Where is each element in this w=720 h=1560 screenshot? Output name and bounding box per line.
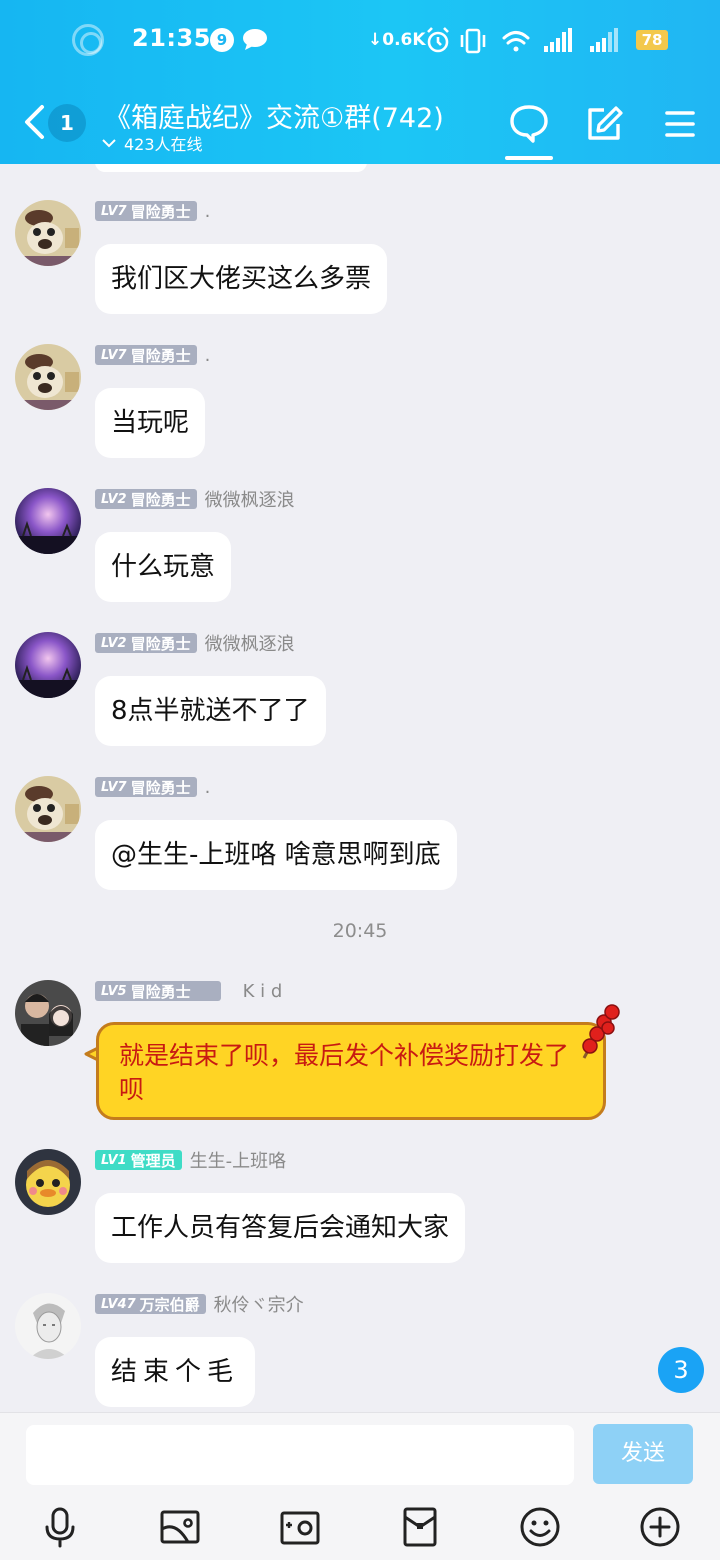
level-badge: LV47 万宗伯爵 <box>95 1294 206 1314</box>
edit-icon[interactable] <box>580 100 628 148</box>
chat-bubble-icon[interactable] <box>505 100 553 148</box>
level-badge: LV7 冒险勇士 <box>95 345 197 365</box>
avatar[interactable] <box>15 980 81 1046</box>
message-list[interactable]: LV7 冒险勇士 . 我们区大佬买这么多票 LV7 冒险勇士 . 当玩呢 LV2… <box>0 164 720 1412</box>
chevron-left-icon <box>25 105 44 139</box>
network-speed: ↓0.6K <box>368 30 426 50</box>
previous-message-bubble <box>95 164 367 172</box>
sender-nickname[interactable]: 微微枫逐浪 <box>205 630 295 656</box>
moon-avatar-image <box>15 632 81 698</box>
sender-nickname[interactable]: 生生-上班咯 <box>190 1147 287 1173</box>
level-badge: LV5 冒险勇士 <box>95 981 221 1001</box>
message-bubble[interactable]: 工作人员有答复后会通知大家 <box>95 1193 466 1263</box>
vibrate-icon <box>460 28 486 54</box>
microphone-icon[interactable] <box>38 1505 82 1549</box>
message-bubble[interactable]: 什么玩意 <box>95 532 232 602</box>
sender-nickname[interactable]: . <box>205 777 211 798</box>
message-bubble[interactable]: 结束个毛 <box>95 1337 256 1407</box>
sender-meta: LV2 冒险勇士 微微枫逐浪 <box>95 486 295 512</box>
sender-meta: LV47 万宗伯爵 秋伶ヾ宗介 <box>95 1291 304 1317</box>
dog-avatar-image <box>15 200 81 266</box>
image-icon[interactable] <box>158 1505 202 1549</box>
couple-photo-avatar-image <box>15 980 81 1046</box>
level-badge: LV2 冒险勇士 <box>95 489 197 509</box>
plus-icon[interactable] <box>638 1505 682 1549</box>
avatar[interactable] <box>15 1149 81 1215</box>
level-badge: LV7 冒险勇士 <box>95 777 197 797</box>
red-packet-icon[interactable] <box>398 1505 442 1549</box>
input-bar: 发送 <box>0 1412 720 1560</box>
battery-indicator: 78 <box>636 30 668 50</box>
message-bubble[interactable]: 我们区大佬买这么多票 <box>95 244 388 314</box>
sender-meta: LV7 冒险勇士 . <box>95 344 210 366</box>
menu-icon[interactable] <box>656 100 704 148</box>
sender-meta: LV7 冒险勇士 . <box>95 776 210 798</box>
dog-avatar-image <box>15 344 81 410</box>
sender-meta: LV7 冒险勇士 . <box>95 200 210 222</box>
sender-nickname[interactable]: . <box>205 201 211 222</box>
special-message-bubble[interactable]: 就是结束了呗，最后发个补偿奖励打发了呗 <box>96 1022 606 1120</box>
sender-nickname[interactable]: K i d <box>243 981 283 1002</box>
camera-icon[interactable] <box>278 1505 322 1549</box>
status-bar: 21:35 9 ↓0.6K 78 <box>0 0 720 80</box>
sender-nickname[interactable]: . <box>205 345 211 366</box>
unread-conversations-badge[interactable]: 1 <box>48 104 86 142</box>
avatar[interactable] <box>15 488 81 554</box>
sketch-portrait-avatar-image <box>15 1293 81 1359</box>
app-ring-icon <box>72 24 104 56</box>
message-input[interactable] <box>26 1425 574 1485</box>
sender-meta: LV5 冒险勇士 K i d <box>95 980 282 1002</box>
avatar[interactable] <box>15 344 81 410</box>
level-badge: LV7 冒险勇士 <box>95 201 197 221</box>
sender-meta: LV2 冒险勇士 微微枫逐浪 <box>95 630 295 656</box>
message-bubble-icon <box>243 29 267 50</box>
status-icons <box>427 27 618 54</box>
avatar[interactable] <box>15 200 81 266</box>
send-button[interactable]: 发送 <box>593 1424 693 1484</box>
active-tab-indicator <box>505 156 553 160</box>
message-bubble[interactable]: @生生-上班咯 啥意思啊到底 <box>95 820 457 890</box>
avatar[interactable] <box>15 1293 81 1359</box>
wifi-icon <box>502 31 530 52</box>
group-title[interactable]: 《箱庭战纪》交流①群(742) <box>104 96 444 135</box>
status-time: 21:35 <box>132 24 211 52</box>
cartoon-duck-avatar-image <box>15 1149 81 1215</box>
moon-avatar-image <box>15 488 81 554</box>
message-bubble[interactable]: 8点半就送不了了 <box>95 676 326 746</box>
level-badge: LV2 冒险勇士 <box>95 633 197 653</box>
new-messages-badge[interactable]: 3 <box>658 1347 704 1393</box>
signal-icon-2 <box>590 28 618 52</box>
time-separator: 20:45 <box>332 920 388 942</box>
alarm-icon <box>427 27 449 53</box>
chat-header: 21:35 9 ↓0.6K 78 1 《箱庭战纪》交流①群(742) 423人在… <box>0 0 720 164</box>
avatar[interactable] <box>15 632 81 698</box>
dog-avatar-image <box>15 776 81 842</box>
candied-haw-icon <box>582 1004 620 1059</box>
online-count-row[interactable]: 423人在线 <box>102 131 203 155</box>
chevron-down-icon <box>102 139 116 148</box>
notification-count-badge: 9 <box>210 28 234 52</box>
signal-icon-1 <box>544 28 572 52</box>
sender-nickname[interactable]: 秋伶ヾ宗介 <box>214 1291 304 1317</box>
sender-meta: LV1 管理员 生生-上班咯 <box>95 1147 287 1173</box>
sender-nickname[interactable]: 微微枫逐浪 <box>205 486 295 512</box>
admin-level-badge: LV1 管理员 <box>95 1150 182 1170</box>
message-bubble[interactable]: 当玩呢 <box>95 388 206 458</box>
online-count: 423人在线 <box>124 135 203 154</box>
avatar[interactable] <box>15 776 81 842</box>
emoji-icon[interactable] <box>518 1505 562 1549</box>
